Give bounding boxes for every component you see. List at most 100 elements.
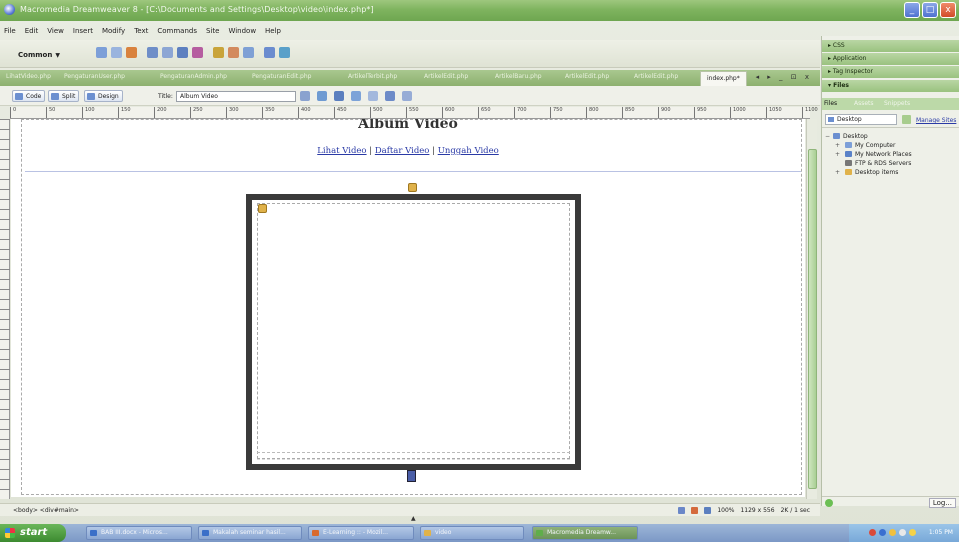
menu-modify[interactable]: Modify bbox=[102, 24, 125, 38]
php-code-icon[interactable] bbox=[258, 204, 267, 213]
select-tool-icon[interactable] bbox=[678, 507, 686, 514]
server-side-include-icon[interactable] bbox=[228, 47, 239, 58]
volume-icon[interactable] bbox=[889, 529, 896, 536]
tag-selector[interactable]: <body> <div#main> bbox=[13, 507, 79, 514]
minimize-button[interactable]: _ bbox=[904, 2, 920, 18]
design-canvas[interactable]: Album Video Lihat Video | Daftar Video |… bbox=[11, 119, 805, 497]
hyperlink-icon[interactable] bbox=[96, 47, 107, 58]
tree-item[interactable]: + My Network Places bbox=[825, 150, 957, 159]
doc-tab[interactable]: ArtikelTerbit.php bbox=[348, 73, 397, 80]
menu-commands[interactable]: Commands bbox=[157, 24, 197, 38]
taskbar-button-active[interactable]: Macromedia Dreamw... bbox=[532, 526, 638, 540]
doc-tab-active[interactable]: index.php* bbox=[700, 71, 747, 86]
email-link-icon[interactable] bbox=[111, 47, 122, 58]
insert-category-select[interactable]: Common ▼ bbox=[18, 51, 60, 59]
doc-tab[interactable]: ArtikelBaru.php bbox=[495, 73, 542, 80]
menu-window[interactable]: Window bbox=[228, 24, 256, 38]
tree-expander[interactable]: + bbox=[835, 150, 841, 159]
tree-item[interactable]: + My Computer bbox=[825, 141, 957, 150]
tree-expander[interactable]: − bbox=[825, 132, 831, 141]
document-window-controls[interactable]: ◂ ▸ _ ⊡ x bbox=[756, 73, 812, 81]
taskbar-button[interactable]: video bbox=[420, 526, 524, 540]
tab-snippets[interactable]: Snippets bbox=[884, 100, 910, 107]
panel-application[interactable]: ▸ Application bbox=[822, 53, 959, 65]
scrollbar-thumb[interactable] bbox=[808, 149, 817, 489]
antivirus-icon[interactable] bbox=[869, 529, 876, 536]
split-view-button[interactable]: Split bbox=[48, 90, 80, 102]
php-code-icon[interactable] bbox=[408, 183, 417, 192]
check-browser-icon[interactable] bbox=[351, 91, 361, 101]
preview-in-browser-icon[interactable] bbox=[300, 91, 310, 101]
taskbar-button-label: video bbox=[435, 529, 452, 536]
window-size[interactable]: 1129 x 556 bbox=[740, 507, 774, 514]
page-title-input[interactable]: Album Video bbox=[176, 91, 296, 102]
link-unggah-video[interactable]: Unggah Video bbox=[438, 146, 499, 156]
taskbar-button[interactable]: Makalah seminar hasil... bbox=[198, 526, 302, 540]
menu-text[interactable]: Text bbox=[134, 24, 148, 38]
layer-icon[interactable] bbox=[162, 47, 173, 58]
network-icon[interactable] bbox=[879, 529, 886, 536]
computer-icon bbox=[845, 142, 852, 148]
doc-tab[interactable]: PengaturanUser.php bbox=[64, 73, 125, 80]
connect-icon[interactable] bbox=[902, 115, 911, 124]
zoom-level[interactable]: 100% bbox=[717, 507, 734, 514]
start-button[interactable]: start bbox=[0, 524, 66, 542]
view-options-icon[interactable] bbox=[385, 91, 395, 101]
video-inner-div bbox=[257, 203, 570, 459]
menu-view[interactable]: View bbox=[47, 24, 64, 38]
file-management-icon[interactable] bbox=[317, 91, 327, 101]
zoom-tool-icon[interactable] bbox=[704, 507, 712, 514]
media-icon[interactable] bbox=[192, 47, 203, 58]
tab-files[interactable]: Files bbox=[824, 100, 837, 107]
menu-help[interactable]: Help bbox=[265, 24, 281, 38]
vertical-scrollbar[interactable] bbox=[806, 119, 817, 499]
design-view-button[interactable]: Design bbox=[84, 90, 123, 102]
menu-site[interactable]: Site bbox=[206, 24, 219, 38]
panel-css[interactable]: ▸ CSS bbox=[822, 40, 959, 52]
maximize-button[interactable]: □ bbox=[922, 2, 938, 18]
refresh-icon[interactable] bbox=[368, 91, 378, 101]
expand-properties-icon[interactable]: ▲ bbox=[411, 515, 416, 522]
menu-file[interactable]: File bbox=[4, 24, 16, 38]
visual-aids-icon[interactable] bbox=[402, 91, 412, 101]
tree-item[interactable]: + Desktop items bbox=[825, 168, 957, 177]
tree-item[interactable]: FTP & RDS Servers bbox=[825, 159, 957, 168]
link-lihat-video[interactable]: Lihat Video bbox=[317, 146, 366, 156]
menu-edit[interactable]: Edit bbox=[25, 24, 39, 38]
tree-item[interactable]: − Desktop bbox=[825, 132, 957, 141]
tree-expander[interactable]: + bbox=[835, 168, 841, 177]
doc-tab[interactable]: ArtikelEdit.php bbox=[565, 73, 609, 80]
script-icon[interactable] bbox=[279, 47, 290, 58]
code-view-button[interactable]: Code bbox=[12, 90, 46, 102]
tab-assets[interactable]: Assets bbox=[854, 100, 874, 107]
head-icon[interactable] bbox=[264, 47, 275, 58]
validate-markup-icon[interactable] bbox=[334, 91, 344, 101]
hand-tool-icon[interactable] bbox=[691, 507, 699, 514]
comment-icon[interactable] bbox=[243, 47, 254, 58]
taskbar-button[interactable]: BAB III.docx - Micros... bbox=[86, 526, 192, 540]
menu-insert[interactable]: Insert bbox=[73, 24, 93, 38]
doc-tab[interactable]: LihatVideo.php bbox=[6, 73, 51, 80]
link-daftar-video[interactable]: Daftar Video bbox=[375, 146, 430, 156]
doc-tab[interactable]: ArtikelEdit.php bbox=[634, 73, 678, 80]
star-icon[interactable] bbox=[909, 529, 916, 536]
bluetooth-icon[interactable] bbox=[899, 529, 906, 536]
video-container[interactable] bbox=[246, 194, 581, 470]
doc-tab[interactable]: PengaturanEdit.php bbox=[252, 73, 311, 80]
panel-files[interactable]: ▾ Files bbox=[822, 80, 959, 92]
manage-sites-link[interactable]: Manage Sites bbox=[916, 117, 956, 124]
named-anchor-icon[interactable] bbox=[126, 47, 137, 58]
log-button[interactable]: Log... bbox=[928, 498, 956, 508]
tree-expander[interactable]: + bbox=[835, 141, 841, 150]
date-icon[interactable] bbox=[213, 47, 224, 58]
close-button[interactable]: x bbox=[940, 2, 956, 18]
doc-tab[interactable]: PengaturanAdmin.php bbox=[160, 73, 227, 80]
doc-tab[interactable]: ArtikelEdit.php bbox=[424, 73, 468, 80]
site-select[interactable]: Desktop bbox=[825, 114, 897, 125]
taskbar-button[interactable]: E-Learning :: - Mozil... bbox=[308, 526, 414, 540]
split-icon bbox=[51, 93, 59, 100]
table-icon[interactable] bbox=[147, 47, 158, 58]
panel-tag-inspector[interactable]: ▸ Tag Inspector bbox=[822, 66, 959, 78]
script-marker-icon[interactable] bbox=[407, 470, 416, 482]
image-icon[interactable] bbox=[177, 47, 188, 58]
